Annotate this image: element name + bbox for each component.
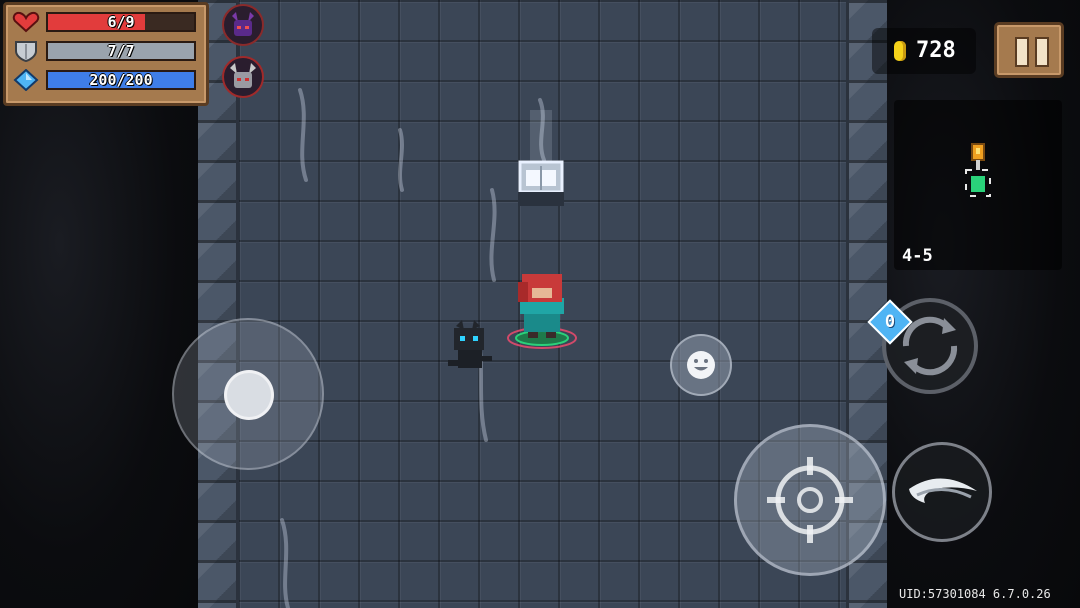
treasure-chest[interactable] — [504, 110, 578, 230]
emote-button[interactable] — [670, 334, 732, 396]
energy-crystal-icon — [13, 69, 39, 91]
crosshair-icon — [767, 457, 853, 543]
energy-bar: 200/200 — [46, 70, 196, 90]
health-bar: 6/9 — [46, 12, 196, 32]
smiley-face-icon — [687, 351, 715, 379]
pause-icon-bar — [1035, 37, 1049, 67]
heart-icon — [12, 11, 40, 33]
armor-text: 7/7 — [107, 42, 135, 60]
shield-icon — [15, 41, 37, 62]
health-text: 6/9 — [107, 13, 135, 31]
attack-button[interactable] — [734, 424, 886, 576]
pause-icon — [1015, 37, 1029, 67]
armor-bar: 7/7 — [46, 41, 196, 61]
armor-row: 7/7 — [12, 40, 200, 62]
joystick-knob[interactable] — [224, 370, 274, 420]
player-character — [507, 274, 577, 349]
level-label: 4-5 — [902, 246, 933, 266]
version-label: UID:57301084 6.7.0.26 — [899, 587, 1051, 601]
coin-counter: 728 — [872, 28, 976, 74]
skill-button[interactable] — [892, 442, 992, 542]
stats-panel: 6/9 7/7 200/200 — [3, 2, 209, 106]
slash-skill-icon — [909, 478, 977, 503]
minimap[interactable]: 4-5 — [894, 100, 1062, 270]
energy-text: 200/200 — [89, 71, 153, 89]
grey-horned-helmet-icon — [222, 56, 264, 98]
gold-coin-icon — [894, 41, 906, 61]
minimap-rooms — [965, 143, 991, 197]
pet-cat — [448, 320, 492, 368]
coin-count: 728 — [916, 38, 956, 63]
energy-row: 200/200 — [12, 69, 200, 91]
skill-charge-count: 0 — [884, 312, 896, 332]
purple-demon-helmet-icon — [222, 4, 264, 46]
health-row: 6/9 — [12, 11, 200, 33]
pause-button[interactable] — [994, 22, 1064, 78]
